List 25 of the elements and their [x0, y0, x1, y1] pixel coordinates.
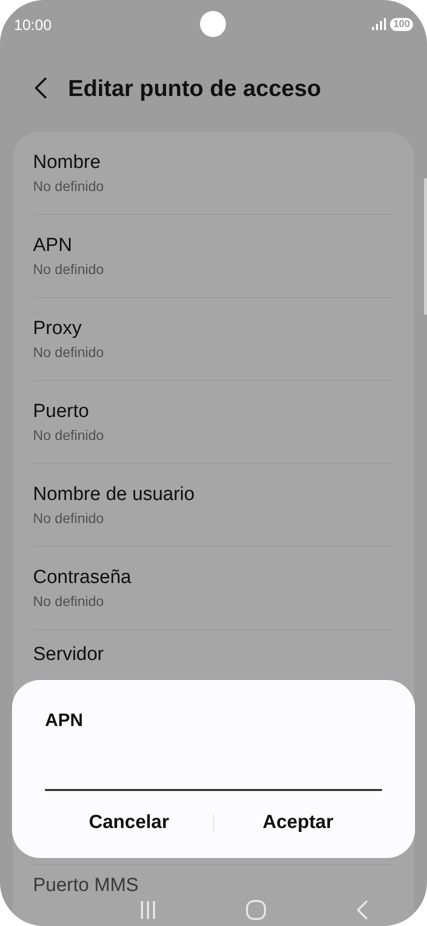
setting-label[interactable]: APN	[33, 235, 72, 257]
setting-label[interactable]: Contraseña	[33, 567, 132, 589]
camera-cutout	[200, 11, 226, 37]
setting-label[interactable]: Servidor	[33, 644, 104, 666]
setting-value: No definido	[33, 510, 104, 526]
battery-level: 100	[390, 18, 413, 30]
setting-value: No definido	[33, 344, 104, 360]
dialog-title: APN	[45, 710, 84, 731]
accept-button[interactable]: Aceptar	[214, 804, 382, 842]
back-icon[interactable]	[34, 76, 48, 100]
setting-value: No definido	[33, 593, 104, 609]
cancel-button[interactable]: Cancelar	[45, 804, 213, 842]
setting-value: No definido	[33, 178, 104, 194]
home-icon[interactable]	[246, 900, 266, 920]
setting-label[interactable]: Nombre	[33, 152, 101, 174]
status-time: 10:00	[14, 16, 52, 34]
setting-value: No definido	[33, 261, 104, 277]
setting-label[interactable]: Proxy	[33, 318, 82, 340]
setting-label[interactable]: Puerto MMS	[33, 875, 139, 897]
recent-apps-icon[interactable]	[140, 901, 156, 919]
setting-label[interactable]: Nombre de usuario	[33, 484, 195, 506]
setting-label[interactable]: Puerto	[33, 401, 89, 423]
page-title: Editar punto de acceso	[68, 74, 322, 102]
signal-icon	[372, 18, 386, 30]
setting-value: No definido	[33, 427, 104, 443]
